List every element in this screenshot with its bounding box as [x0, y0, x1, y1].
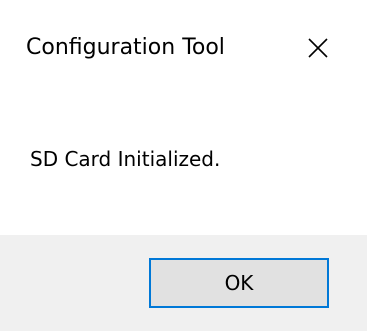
close-button[interactable] [296, 28, 340, 68]
title-bar: Configuration Tool [0, 0, 367, 96]
message-dialog: Configuration Tool SD Card Initialized. … [0, 0, 367, 331]
close-icon [308, 38, 328, 58]
ok-button[interactable]: OK [149, 258, 329, 308]
window-title: Configuration Tool [26, 35, 225, 60]
dialog-message: SD Card Initialized. [30, 147, 221, 171]
dialog-footer: OK [0, 235, 367, 331]
